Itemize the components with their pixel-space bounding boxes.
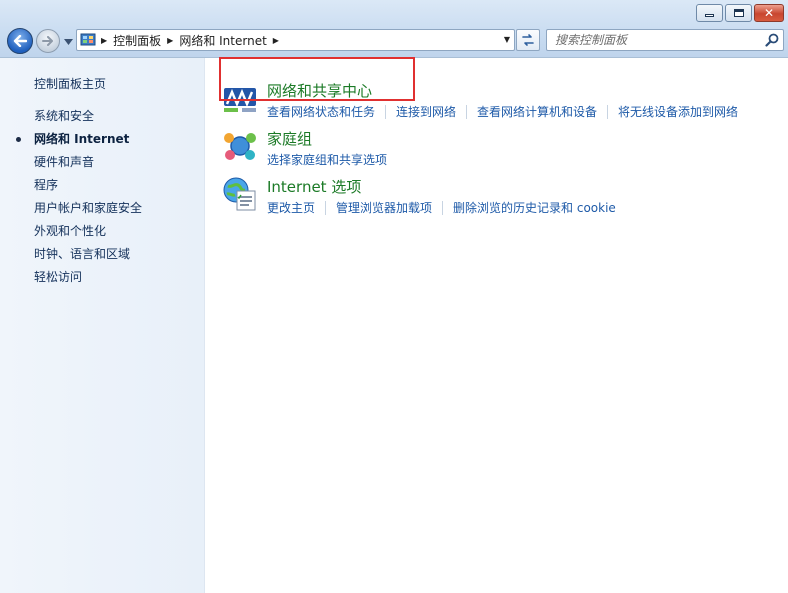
back-arrow-icon bbox=[13, 35, 27, 47]
sidebar-item-appearance[interactable]: 外观和个性化 bbox=[0, 223, 205, 246]
window-controls: ✕ bbox=[696, 4, 784, 22]
forward-button[interactable] bbox=[36, 29, 60, 53]
internet-options-icon bbox=[223, 177, 256, 211]
sidebar-item-ease-of-access[interactable]: 轻松访问 bbox=[0, 269, 205, 292]
manage-addons-link[interactable]: 管理浏览器加载项 bbox=[336, 199, 432, 216]
category-links: 更改主页 管理浏览器加载项 删除浏览的历史记录和 cookie bbox=[267, 199, 616, 216]
breadcrumb-network-internet[interactable]: 网络和 Internet bbox=[179, 32, 266, 49]
breadcrumb-control-panel[interactable]: 控制面板 bbox=[113, 32, 161, 49]
sidebar-item-hardware-sound[interactable]: 硬件和声音 bbox=[0, 154, 205, 177]
refresh-icon bbox=[522, 34, 534, 46]
link-divider bbox=[466, 104, 468, 119]
maximize-icon bbox=[733, 9, 744, 17]
homegroup-icon bbox=[224, 133, 256, 160]
window-chrome: ✕ ▶ 控制面板 ▶ 网络和 Internet ▶ ▼ 搜索控制面板 bbox=[0, 0, 788, 58]
minimize-icon bbox=[705, 14, 714, 17]
search-input[interactable] bbox=[555, 31, 765, 49]
main-content: 网络和共享中心 查看网络状态和任务 连接到网络 查看网络计算机和设备 将无线设备… bbox=[206, 58, 788, 593]
sidebar-item-system-security[interactable]: 系统和安全 bbox=[0, 108, 205, 131]
close-button[interactable]: ✕ bbox=[754, 4, 784, 22]
sidebar-item-label: 轻松访问 bbox=[34, 270, 83, 284]
sidebar-item-user-accounts[interactable]: 用户帐户和家庭安全 bbox=[0, 200, 205, 223]
sidebar-item-label: 硬件和声音 bbox=[34, 155, 95, 169]
sidebar-item-programs[interactable]: 程序 bbox=[0, 177, 205, 200]
breadcrumb-separator-icon: ▶ bbox=[101, 35, 108, 45]
close-icon: ✕ bbox=[763, 6, 775, 20]
refresh-button[interactable] bbox=[516, 29, 540, 51]
sidebar-item-label: 程序 bbox=[34, 178, 59, 192]
category-title[interactable]: Internet 选项 bbox=[267, 176, 361, 197]
address-bar[interactable]: ▶ 控制面板 ▶ 网络和 Internet ▶ ▼ bbox=[76, 29, 515, 51]
chevron-down-icon bbox=[63, 39, 73, 45]
breadcrumb-separator-icon[interactable]: ▶ bbox=[273, 36, 279, 45]
link-divider bbox=[325, 200, 327, 215]
connect-to-network-link[interactable]: 连接到网络 bbox=[396, 103, 456, 120]
current-bullet-icon bbox=[16, 137, 21, 142]
sidebar-item-label: 时钟、语言和区域 bbox=[34, 247, 131, 261]
delete-browsing-history-link[interactable]: 删除浏览的历史记录和 cookie bbox=[453, 199, 616, 216]
add-wireless-device-link[interactable]: 将无线设备添加到网络 bbox=[618, 103, 738, 120]
minimize-button[interactable] bbox=[696, 4, 723, 22]
sidebar-item-label: 网络和 Internet bbox=[34, 132, 130, 146]
view-network-computers-link[interactable]: 查看网络计算机和设备 bbox=[477, 103, 597, 120]
view-network-status-link[interactable]: 查看网络状态和任务 bbox=[267, 103, 375, 120]
search-icon[interactable] bbox=[765, 33, 779, 47]
sidebar-item-label: 系统和安全 bbox=[34, 109, 95, 123]
sidebar-category-list: 系统和安全 网络和 Internet 硬件和声音 程序 用户帐户和家庭安全 外观… bbox=[0, 108, 205, 292]
sidebar: 控制面板主页 系统和安全 网络和 Internet 硬件和声音 程序 用户帐户和… bbox=[0, 58, 205, 593]
category-internet-options: Internet 选项 更改主页 管理浏览器加载项 删除浏览的历史记录和 coo… bbox=[222, 176, 782, 216]
category-links: 选择家庭组和共享选项 bbox=[267, 151, 387, 168]
network-sharing-center-icon bbox=[224, 88, 256, 112]
change-home-page-link[interactable]: 更改主页 bbox=[267, 199, 315, 216]
category-links: 查看网络状态和任务 连接到网络 查看网络计算机和设备 将无线设备添加到网络 bbox=[267, 103, 738, 120]
recent-pages-button[interactable] bbox=[63, 37, 73, 47]
category-title[interactable]: 家庭组 bbox=[267, 128, 312, 149]
sidebar-item-label: 外观和个性化 bbox=[34, 224, 107, 238]
address-dropdown-icon[interactable]: ▼ bbox=[504, 35, 510, 44]
search-box[interactable] bbox=[546, 29, 784, 51]
control-panel-icon bbox=[79, 31, 97, 49]
category-network-sharing-center: 网络和共享中心 查看网络状态和任务 连接到网络 查看网络计算机和设备 将无线设备… bbox=[222, 80, 782, 120]
link-divider bbox=[442, 200, 444, 215]
sidebar-item-label: 用户帐户和家庭安全 bbox=[34, 201, 143, 215]
sidebar-item-network-internet[interactable]: 网络和 Internet bbox=[0, 131, 205, 154]
back-button[interactable] bbox=[7, 28, 33, 54]
forward-arrow-icon bbox=[42, 36, 53, 46]
breadcrumb-separator-icon[interactable]: ▶ bbox=[167, 36, 173, 45]
category-title[interactable]: 网络和共享中心 bbox=[267, 80, 372, 101]
category-homegroup: 家庭组 选择家庭组和共享选项 bbox=[222, 128, 782, 168]
sidebar-home-link[interactable]: 控制面板主页 bbox=[34, 75, 106, 92]
link-divider bbox=[385, 104, 387, 119]
sidebar-item-clock-language[interactable]: 时钟、语言和区域 bbox=[0, 246, 205, 269]
homegroup-sharing-options-link[interactable]: 选择家庭组和共享选项 bbox=[267, 151, 387, 168]
link-divider bbox=[607, 104, 609, 119]
maximize-button[interactable] bbox=[725, 4, 752, 22]
